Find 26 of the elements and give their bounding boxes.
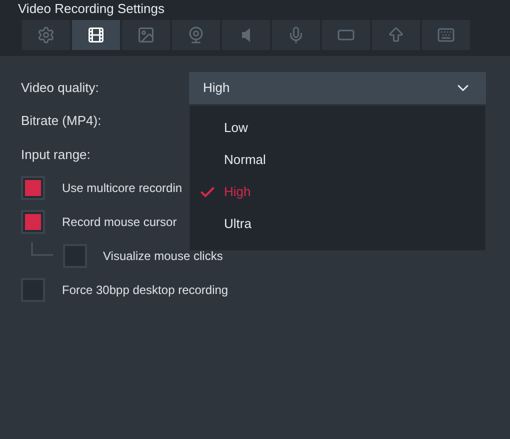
gear-icon <box>37 26 55 44</box>
checkbox[interactable] <box>21 176 45 200</box>
dropdown-option[interactable]: Normal <box>190 148 485 172</box>
film-icon <box>87 26 105 44</box>
quality-dropdown[interactable]: High <box>189 72 486 104</box>
checkbox-label: Visualize mouse clicks <box>103 248 223 265</box>
field-label: Video quality: <box>21 79 100 98</box>
checkbox[interactable] <box>21 278 45 302</box>
tab[interactable] <box>72 20 120 50</box>
image-icon <box>137 26 155 44</box>
webcam-icon <box>187 26 205 44</box>
microphone-icon <box>287 26 305 44</box>
checkbox-label: Use multicore recordin <box>62 180 182 197</box>
speaker-icon <box>242 28 250 42</box>
keyboard-icon <box>437 26 455 44</box>
dropdown-option[interactable]: Low <box>190 116 485 140</box>
tree-connector-icon <box>31 242 53 256</box>
field-label: Input range: <box>21 146 90 164</box>
checkbox-label: Force 30bpp desktop recording <box>62 282 228 299</box>
checkbox[interactable] <box>21 210 45 234</box>
up-arrow-icon <box>387 26 405 44</box>
dropdown-option[interactable]: Ultra <box>190 212 485 236</box>
field-label: Bitrate (MP4): <box>21 112 102 130</box>
window-title: Video Recording Settings <box>18 1 166 17</box>
checkbox-label: Record mouse cursor <box>62 214 177 231</box>
checkbox[interactable] <box>63 244 87 268</box>
